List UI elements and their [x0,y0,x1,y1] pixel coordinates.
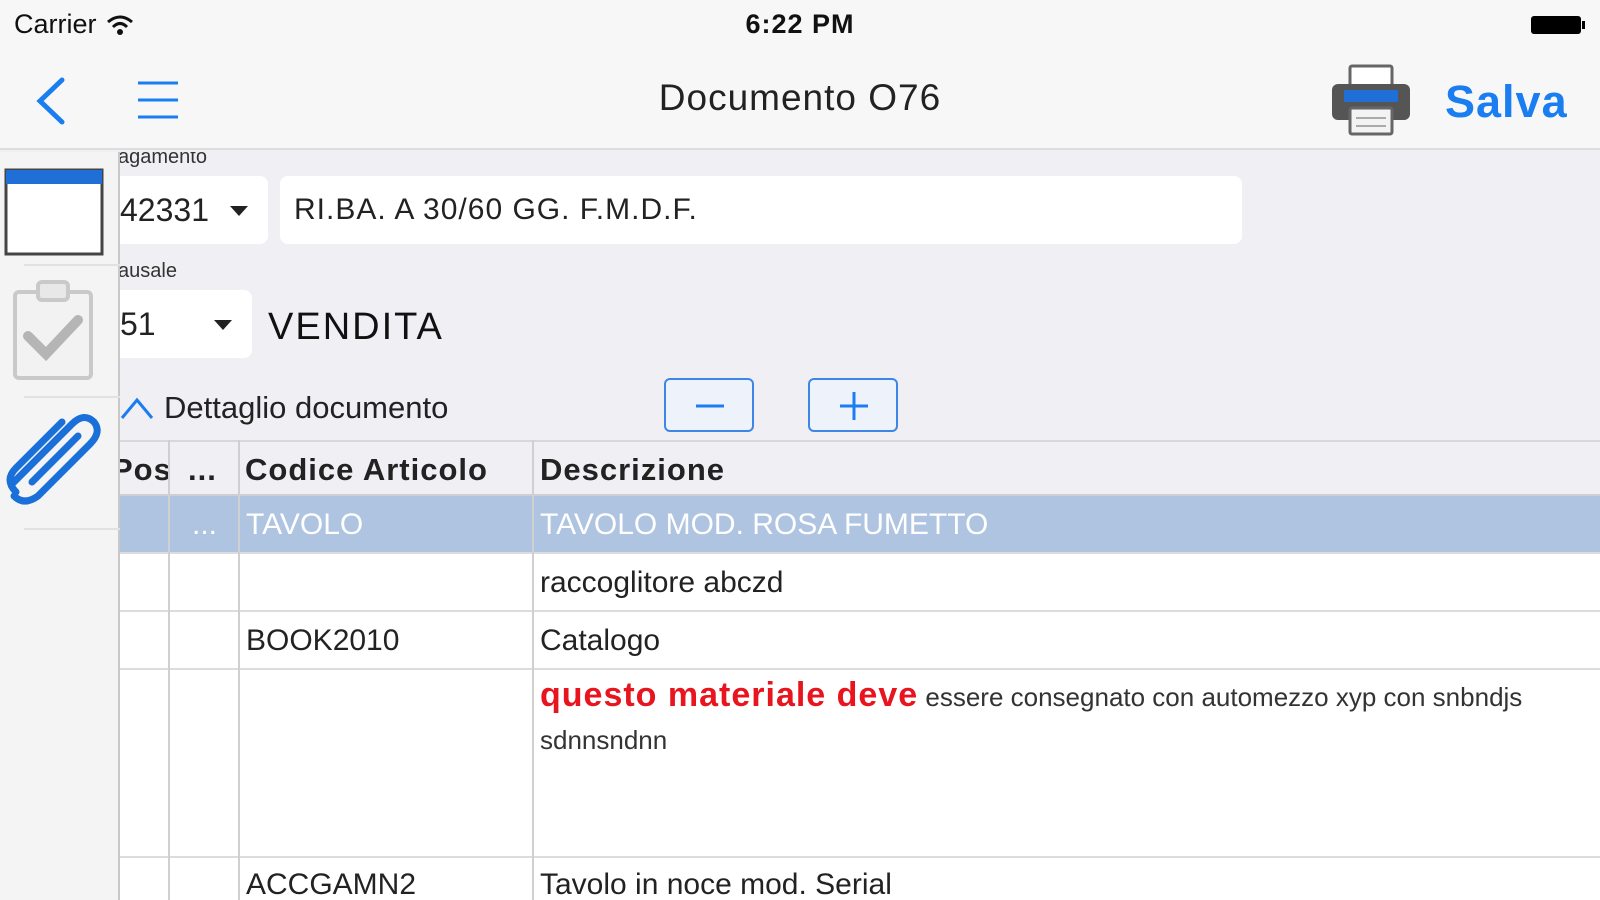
column-divider [532,440,534,900]
paperclip-icon [6,414,101,505]
table-row[interactable]: ACCGAMN2 Tavolo in noce mod. Serial [120,858,1600,900]
column-header-options[interactable]: ... [188,452,238,488]
causale-code-select[interactable]: 51 [120,290,252,358]
table-row[interactable]: ... TAVOLO TAVOLO MOD. ROSA FUMETTO [120,496,1600,554]
row-note-highlight: questo materiale deve [540,676,919,714]
status-bar: Carrier 6:22 PM [0,0,1600,50]
column-divider [238,440,240,900]
causale-code-value: 51 [120,306,156,342]
status-time: 6:22 PM [745,9,855,39]
row-description: TAVOLO MOD. ROSA FUMETTO [540,508,989,541]
column-header-pos[interactable]: Pos [120,452,172,488]
table-row[interactable]: questo materiale deve essere consegnato … [120,670,1600,858]
sidebar-divider [24,264,120,266]
detail-section-toggle[interactable]: Dettaglio documento [120,390,448,426]
window-icon [4,168,104,256]
chevron-up-icon [120,397,154,419]
table-header: Pos ... Codice Articolo Descrizione [120,440,1600,496]
payment-description-field[interactable]: RI.BA. A 30/60 GG. F.M.D.F. [280,176,1242,244]
plus-icon [840,392,868,420]
row-description: Tavolo in noce mod. Serial [540,868,892,900]
sidebar-divider [24,396,120,398]
sidebar-item-checklist[interactable] [0,272,120,392]
payment-label: agamento [120,152,207,168]
column-divider [168,440,170,900]
row-options[interactable]: ... [192,508,217,542]
sidebar-item-attachments[interactable] [0,402,120,522]
table-row[interactable]: raccoglitore abczd [120,554,1600,612]
payment-code-value: 42331 [120,192,209,228]
row-description: Catalogo [540,624,661,657]
side-toolbar [0,152,120,900]
column-header-code[interactable]: Codice Articolo [245,452,535,488]
minus-icon [696,404,724,408]
printer-icon[interactable] [1330,64,1412,136]
clipboard-check-icon [13,280,93,380]
column-header-description[interactable]: Descrizione [540,452,1590,488]
row-description-note: questo materiale deve essere consegnato … [540,676,1580,764]
caret-down-icon [230,206,248,216]
payment-code-select[interactable]: 42331 [120,176,268,244]
detail-section-title: Dettaglio documento [164,390,449,425]
causale-label: ausale [120,260,177,282]
add-row-button[interactable] [808,378,898,432]
row-description: raccoglitore abczd [540,566,784,599]
navigation-bar: Documento O76 Salva [0,50,1600,150]
document-lines-table: Pos ... Codice Articolo Descrizione ... … [120,440,1600,900]
sidebar-divider [24,528,120,530]
table-row[interactable]: BOOK2010 Catalogo [120,612,1600,670]
save-button[interactable]: Salva [1445,76,1568,128]
document-form: agamento 42331 RI.BA. A 30/60 GG. F.M.D.… [120,152,1600,900]
causale-description: VENDITA [268,306,444,348]
sidebar-item-header[interactable] [0,162,120,272]
caret-down-icon [214,320,232,330]
battery-icon [1531,16,1585,34]
row-code: TAVOLO [246,508,364,541]
row-code: BOOK2010 [246,624,400,657]
remove-row-button[interactable] [664,378,754,432]
row-code: ACCGAMN2 [246,868,417,900]
